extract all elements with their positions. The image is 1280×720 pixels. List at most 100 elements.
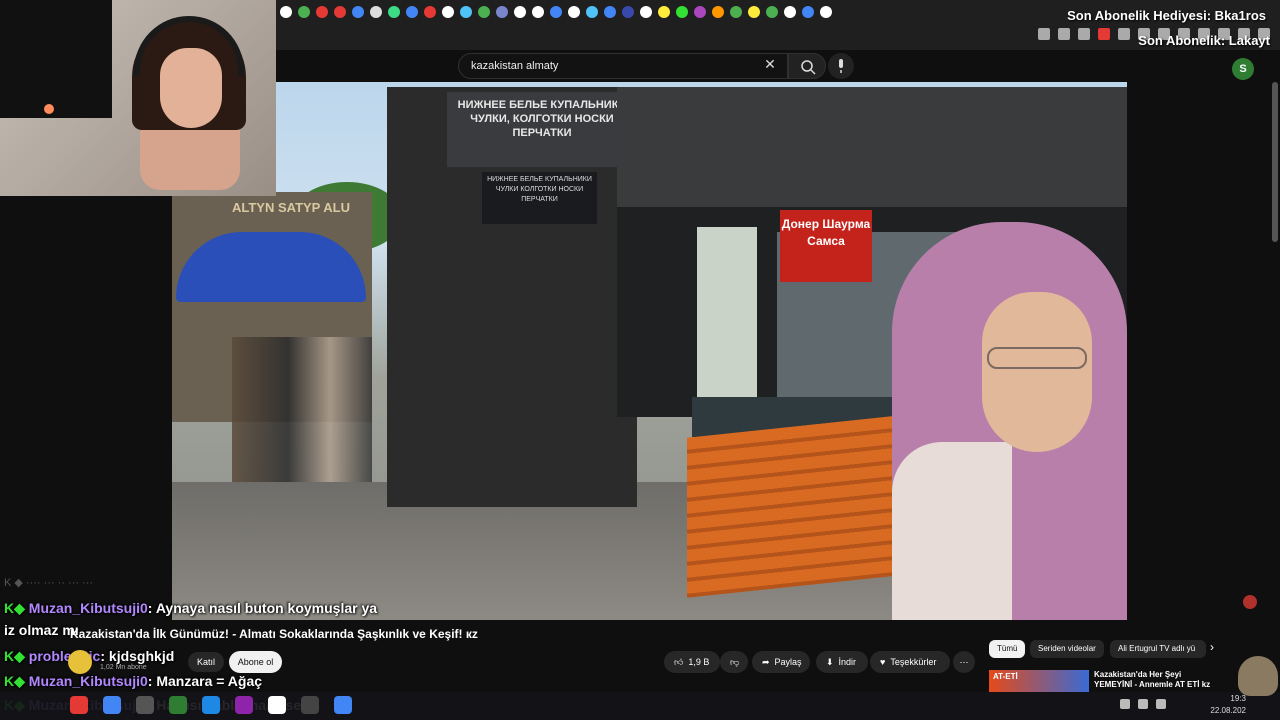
bookmark-icon[interactable]	[694, 6, 706, 18]
bookmark-icon[interactable]	[550, 6, 562, 18]
chat-username: Muzan_Kibutsuji0	[28, 600, 148, 616]
taskbar-app-icon[interactable]	[70, 696, 88, 714]
bookmark-icon[interactable]	[316, 6, 328, 18]
chat-faded-line: K ◆ ···· ··· ·· ··· ···	[4, 577, 94, 589]
bookmark-icon[interactable]	[712, 6, 724, 18]
dislike-button[interactable]: 👎︎	[720, 651, 748, 673]
bookmark-icon[interactable]	[586, 6, 598, 18]
like-button[interactable]: 👍︎ 1,9 B	[664, 651, 720, 673]
bookmark-icon[interactable]	[640, 6, 652, 18]
video-player[interactable]: ALTYN SATYP ALU НИЖНЕЕ БЕЛЬЕ КУПАЛЬНИКИ …	[172, 82, 1127, 620]
download-button[interactable]: ⬇ İndir	[816, 651, 868, 673]
chat-text: : Aynaya nasıl buton koymuşlar ya	[147, 600, 378, 616]
chip-series[interactable]: Seriden videolar	[1030, 640, 1104, 658]
clear-search-icon[interactable]: ✕	[760, 56, 780, 73]
bookmark-icon[interactable]	[424, 6, 436, 18]
webcam-monitor	[0, 0, 112, 118]
video-title: Kazakistan'da İlk Günümüz! - Almatı Soka…	[70, 627, 478, 641]
battery-icon[interactable]	[1156, 699, 1166, 709]
taskbar-app-icon[interactable]	[136, 696, 154, 714]
bookmark-icon[interactable]	[496, 6, 508, 18]
bookmark-icon[interactable]	[604, 6, 616, 18]
chat-badge-icon: K◆	[4, 648, 29, 664]
taskbar-app-icon[interactable]	[169, 696, 187, 714]
taskbar-app-icon[interactable]	[334, 696, 352, 714]
chat-message: K◆ Muzan_Kibutsuji0: Manzara = Ağaç	[4, 673, 262, 690]
volume-icon[interactable]	[1138, 699, 1148, 709]
thanks-label: Teşekkürler	[890, 657, 937, 667]
extension-icon[interactable]	[1078, 28, 1090, 40]
taskbar-app-icon[interactable]	[268, 696, 286, 714]
clock-time[interactable]: 19:3	[1230, 694, 1246, 703]
bookmark-icon[interactable]	[820, 6, 832, 18]
search-icon	[801, 60, 816, 75]
taskbar-app-icon[interactable]	[103, 696, 121, 714]
subscribe-button[interactable]: Abone ol	[229, 651, 282, 673]
bookmark-icon[interactable]	[298, 6, 310, 18]
chat-message: K◆ Muzan_Kibutsuji0: Aynaya nasıl buton …	[4, 600, 377, 617]
chip-all[interactable]: Tümü	[989, 640, 1026, 658]
bookmark-icon[interactable]	[784, 6, 796, 18]
bookmark-icon[interactable]	[460, 6, 472, 18]
chevron-right-icon[interactable]: ›	[1210, 640, 1214, 654]
bookmark-icon[interactable]	[370, 6, 382, 18]
webcam-light	[44, 104, 54, 114]
extension-icon[interactable]	[1118, 28, 1130, 40]
bookmark-icon[interactable]	[766, 6, 778, 18]
recommended-title[interactable]: Kazakistan'da Her Şeyi YEMEYİNİ - Anneml…	[1094, 670, 1214, 690]
bookmark-icon[interactable]	[388, 6, 400, 18]
join-button[interactable]: Katıl	[188, 652, 224, 672]
extension-icon[interactable]	[1038, 28, 1050, 40]
chat-message: iz olmaz mı	[4, 622, 79, 638]
kiosk-sign: НИЖНЕЕ БЕЛЬЕ КУПАЛЬНИКИ ЧУЛКИ, КОЛГОТКИ …	[447, 92, 637, 167]
wifi-icon[interactable]	[1120, 699, 1130, 709]
youtube-header: kazakistan almaty ✕ S	[276, 50, 1280, 82]
page-scrollbar[interactable]	[1272, 82, 1278, 242]
chat-text: : Manzara = Ağaç	[147, 673, 263, 689]
extension-icon[interactable]	[1098, 28, 1110, 40]
recommended-thumbnail[interactable]: AT-ETİ	[989, 670, 1089, 692]
taskbar-app-icon[interactable]	[235, 696, 253, 714]
search-input[interactable]: kazakistan almaty	[458, 53, 788, 79]
last-sub-text: Son Abonelik: Lakayt	[1138, 33, 1270, 48]
bookmark-icon[interactable]	[352, 6, 364, 18]
chip-channel[interactable]: Ali Ertugrul TV adlı yü	[1110, 640, 1206, 658]
bookmark-icon[interactable]	[568, 6, 580, 18]
taskbar-app-icon[interactable]	[301, 696, 319, 714]
bookmark-icon[interactable]	[514, 6, 526, 18]
doner-sign: Донер Шаурма Самса	[780, 210, 872, 282]
account-avatar[interactable]: S	[1232, 58, 1254, 80]
bookmark-icon[interactable]	[442, 6, 454, 18]
mic-icon	[839, 59, 843, 73]
bookmark-icon[interactable]	[730, 6, 742, 18]
taskbar-app-icon[interactable]	[202, 696, 220, 714]
download-icon: ⬇	[826, 657, 834, 667]
bookmarks-bar	[280, 6, 832, 18]
kiosk-sign-small: НИЖНЕЕ БЕЛЬЕ КУПАЛЬНИКИ ЧУЛКИ КОЛГОТКИ Н…	[482, 172, 597, 224]
bookmark-icon[interactable]	[658, 6, 670, 18]
more-icon: ⋯	[959, 657, 969, 667]
bookmark-icon[interactable]	[478, 6, 490, 18]
chat-badge-icon: K◆	[4, 600, 29, 616]
bookmark-icon[interactable]	[406, 6, 418, 18]
thanks-button[interactable]: ♥ Teşekkürler	[870, 651, 950, 673]
ladybug-icon	[1243, 595, 1257, 609]
more-actions-button[interactable]: ⋯	[953, 651, 975, 673]
bookmark-icon[interactable]	[802, 6, 814, 18]
channel-avatar[interactable]	[68, 650, 92, 674]
bookmark-icon[interactable]	[676, 6, 688, 18]
bookmark-icon[interactable]	[280, 6, 292, 18]
share-button[interactable]: ➦ Paylaş	[752, 651, 810, 673]
chat-text: : kjdsghkjd	[100, 648, 175, 664]
search-button[interactable]	[788, 53, 826, 79]
bookmark-icon[interactable]	[334, 6, 346, 18]
headset-icon	[134, 16, 244, 76]
bookmark-icon[interactable]	[622, 6, 634, 18]
extension-icon[interactable]	[1058, 28, 1070, 40]
voice-search-button[interactable]	[828, 53, 854, 79]
clock-date[interactable]: 22.08.202	[1210, 706, 1246, 715]
shop-sign: ALTYN SATYP ALU	[232, 200, 350, 215]
bookmark-icon[interactable]	[532, 6, 544, 18]
thumbs-down-icon: 👎︎	[730, 657, 740, 667]
bookmark-icon[interactable]	[748, 6, 760, 18]
